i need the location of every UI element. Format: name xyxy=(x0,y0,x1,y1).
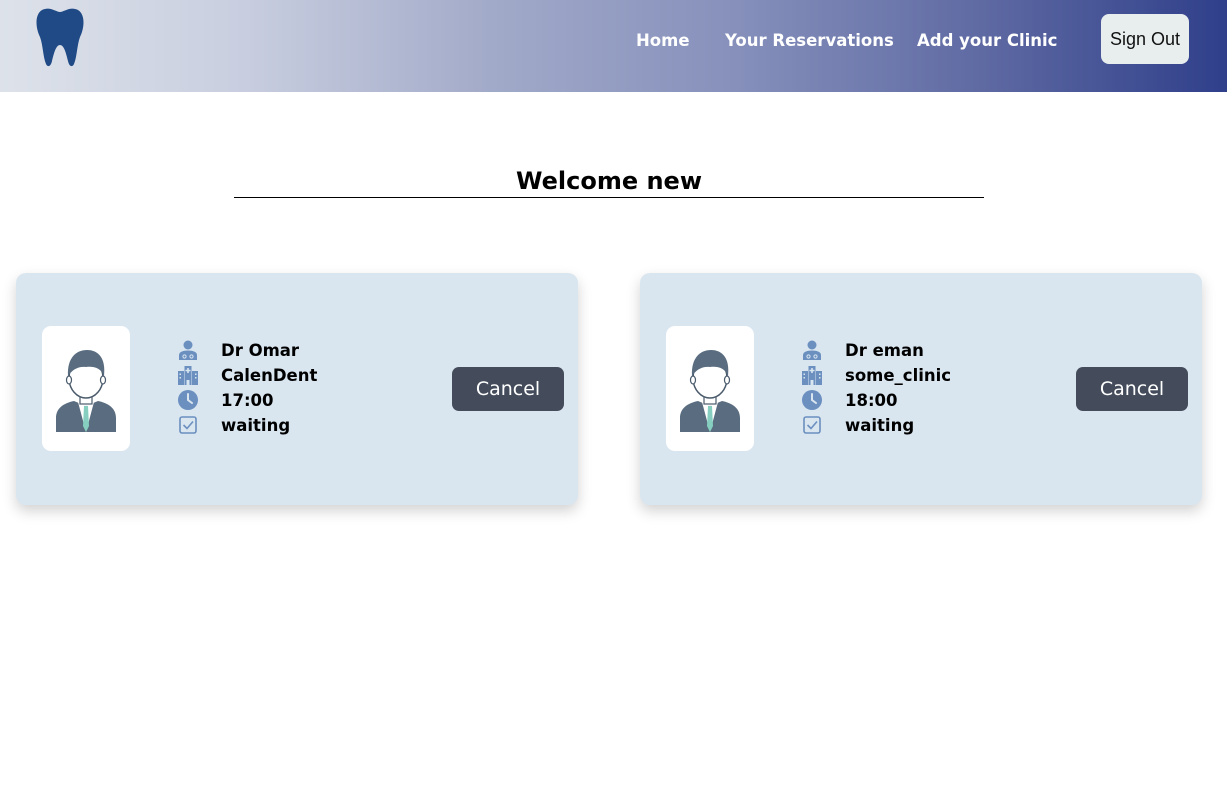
status-check-icon xyxy=(179,416,197,434)
appointment-time: 18:00 xyxy=(845,391,898,410)
nav-home-link[interactable]: Home xyxy=(636,30,690,52)
doctor-name: Dr Omar xyxy=(221,341,300,360)
doctor-avatar-icon xyxy=(42,326,130,451)
appointment-status: waiting xyxy=(221,416,291,435)
clock-icon xyxy=(178,390,198,410)
doctor-avatar-icon xyxy=(666,326,754,451)
reservation-card: Dr eman some_clinic 18:00 waiting Cancel xyxy=(640,273,1202,505)
appointment-status: waiting xyxy=(845,416,915,435)
reservation-card: Dr Omar CalenDent 17:00 waiting Cancel xyxy=(16,273,578,505)
appointment-time: 17:00 xyxy=(221,391,274,410)
clinic-building-icon xyxy=(178,366,198,385)
cancel-reservation-button[interactable]: Cancel xyxy=(1076,367,1188,411)
clinic-building-icon xyxy=(802,366,822,385)
clinic-name: CalenDent xyxy=(221,366,318,385)
sign-out-button[interactable]: Sign Out xyxy=(1101,14,1189,64)
clinic-name: some_clinic xyxy=(845,366,952,385)
cancel-reservation-button[interactable]: Cancel xyxy=(452,367,564,411)
nav-reservations-link[interactable]: Your Reservations xyxy=(725,30,894,52)
nav-add-clinic-link[interactable]: Add your Clinic xyxy=(917,30,1057,52)
top-navbar: Home Your Reservations Add your Clinic S… xyxy=(0,0,1227,92)
welcome-heading: Welcome new xyxy=(234,165,984,198)
doctor-icon xyxy=(803,340,821,360)
doctor-icon xyxy=(179,340,197,360)
doctor-name: Dr eman xyxy=(845,341,924,360)
tooth-icon[interactable] xyxy=(34,7,86,67)
clock-icon xyxy=(802,390,822,410)
status-check-icon xyxy=(803,416,821,434)
